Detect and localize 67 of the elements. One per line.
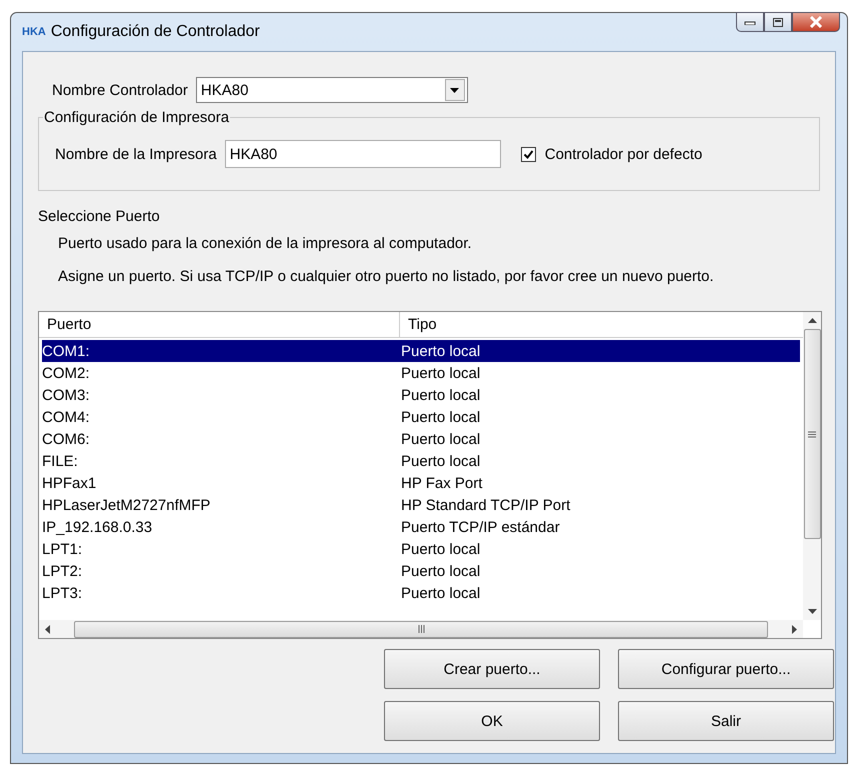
port-row[interactable]: COM4: Puerto local [42,406,800,428]
minimize-button[interactable] [736,12,764,32]
scroll-thumb[interactable] [804,329,820,539]
port-type: Puerto local [401,584,480,602]
port-name: HPFax1 [42,474,98,492]
port-row[interactable]: LPT2: Puerto local [42,560,800,582]
maximize-button[interactable] [764,12,792,32]
vertical-scrollbar[interactable] [803,312,821,620]
dialog-button[interactable]: Configurar puerto... [618,649,834,689]
port-row[interactable]: LPT1: Puerto local [42,538,800,560]
port-type: Puerto local [401,452,480,470]
driver-name-label: Nombre Controlador [52,82,188,98]
port-name: COM4: [42,408,91,426]
group-title: Configuración de Impresora [43,109,230,126]
maximize-icon [772,16,784,28]
printer-name-field[interactable]: HKA80 [224,140,501,168]
port-name: IP_192.168.0.33 [42,518,154,536]
port-name: LPT1: [42,540,84,558]
port-row[interactable]: COM1: Puerto local [42,340,800,362]
close-button[interactable] [792,12,840,32]
column-header[interactable]: Tipo [400,312,803,337]
port-name: HPLaserJetM2727nfMFP [42,496,212,514]
port-name: COM3: [42,386,91,404]
port-name: COM1: [42,342,91,360]
grip-icon [418,625,424,633]
port-row[interactable]: COM6: Puerto local [42,428,800,450]
port-row[interactable]: FILE: Puerto local [42,450,800,472]
port-row[interactable]: IP_192.168.0.33 Puerto TCP/IP estándar [42,516,800,538]
window-title: Configuración de Controlador [50,23,260,41]
grip-icon [808,430,816,438]
port-name: LPT3: [42,584,84,602]
minimize-icon [744,19,756,25]
app-logo: HKA [22,26,46,38]
port-row[interactable]: HPFax1 HP Fax Port [42,472,800,494]
port-name: COM2: [42,364,91,382]
scroll-left-icon [45,624,50,634]
description-text: Puerto usado para la conexión de la impresora al computador. [58,235,473,252]
port-name: COM6: [42,430,91,448]
port-name: FILE: [42,452,79,470]
port-type: Puerto local [401,562,480,580]
default-driver-checkbox[interactable]: Controlador por defecto [520,146,702,162]
port-type: Puerto TCP/IP estándar [401,518,560,536]
dialog-button[interactable]: Salir [618,701,834,741]
port-name: LPT2: [42,562,84,580]
driver-name-dropdown[interactable]: HKA80 [196,77,468,103]
port-type: HP Fax Port [401,474,482,492]
scroll-down-icon [808,609,816,614]
port-type: Puerto local [401,386,480,404]
port-row[interactable]: HPLaserJetM2727nfMFP HP Standard TCP/IP Port [42,494,800,516]
scroll-right-icon [792,624,797,634]
close-icon [809,16,823,28]
port-type: Puerto local [401,364,480,382]
printer-name-label: Nombre de la Impresora [55,146,217,162]
port-row[interactable]: COM2: Puerto local [42,362,800,384]
dialog-button[interactable]: Crear puerto... [384,649,600,689]
column-header[interactable]: Puerto [39,312,400,337]
port-type: HP Standard TCP/IP Port [401,496,570,514]
hint-text: Asigne un puerto. Si usa TCP/IP o cualquier otro puerto no listado, por favor cree un nuevo puerto. [58,268,715,285]
port-type: Puerto local [401,430,480,448]
port-type: Puerto local [401,408,480,426]
port-type: Puerto local [401,540,480,558]
section-title: Seleccione Puerto [38,208,161,225]
scroll-up-icon [808,318,816,323]
port-type: Puerto local [401,342,480,360]
port-row[interactable]: COM3: Puerto local [42,384,800,406]
port-row[interactable]: LPT3: Puerto local [42,582,800,604]
dialog-button[interactable]: OK [384,701,600,741]
